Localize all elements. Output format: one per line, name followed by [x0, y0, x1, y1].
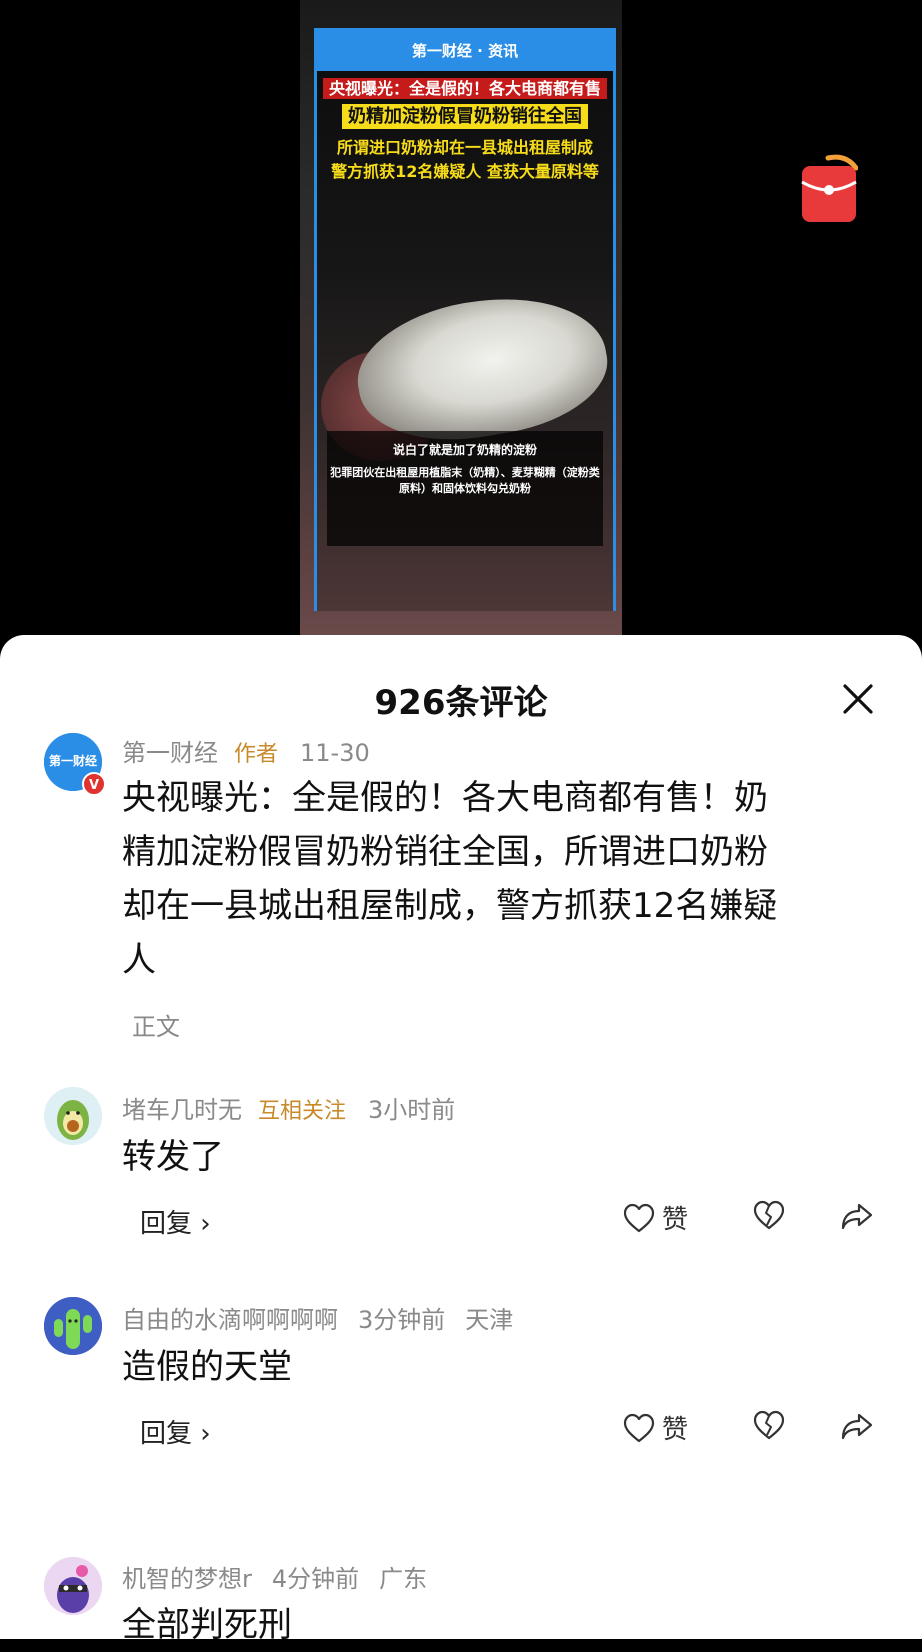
share-icon[interactable] [840, 1201, 874, 1231]
video-player[interactable]: 第一财经 · 资讯 央视曝光：全是假的！各大电商都有售 奶精加淀粉假冒奶粉销往全… [0, 0, 922, 640]
headline-4: 警方抓获12名嫌疑人 查获大量原料等 [331, 162, 599, 181]
reply-button[interactable]: 回复 › [140, 1203, 211, 1240]
comments-sheet: 926条评论 第一财经 V 第一财经 作者 11-30 央视曝光：全是假的！各大电商… [0, 635, 922, 1645]
svg-text:V: V [89, 778, 99, 793]
share-icon[interactable] [840, 1411, 874, 1441]
mutual-follow-tag: 互相关注 [258, 1099, 347, 1124]
video-subtitles: 说白了就是加了奶精的淀粉 犯罪团伙在出租屋用植脂末（奶精）、麦芽糊精（淀粉类原料… [327, 431, 603, 546]
headline-3: 所谓进口奶粉却在一县城出租屋制成 [336, 138, 593, 157]
cactus-avatar-icon [44, 1297, 102, 1355]
like-label: 赞 [662, 1415, 689, 1445]
close-icon[interactable] [840, 681, 876, 717]
comment-time: 3小时前 [368, 1096, 456, 1124]
avatar[interactable] [44, 1087, 102, 1145]
red-packet-icon[interactable] [800, 152, 858, 224]
like-button[interactable]: 赞 [622, 1409, 688, 1446]
headline-1: 央视曝光：全是假的！各大电商都有售 [322, 78, 607, 99]
comment-time: 4分钟前 [271, 1565, 360, 1593]
video-source-header: 第一财经 · 资讯 [317, 31, 613, 71]
comment-time: 3分钟前 [358, 1306, 446, 1334]
avatar[interactable] [44, 1557, 102, 1615]
comment-text: 央视曝光：全是假的！各大电商都有售！奶 精加淀粉假冒奶粉销往全国，所谓进口奶粉 … [122, 778, 778, 980]
verified-badge-icon: V [82, 772, 106, 796]
svg-text:第一财经: 第一财经 [49, 753, 97, 768]
comment-username[interactable]: 自由的水滴啊啊啊啊 [122, 1306, 338, 1334]
comment-location: 广东 [379, 1565, 428, 1593]
comment-username[interactable]: 堵车几时无 [122, 1096, 242, 1124]
video-content: 第一财经 · 资讯 央视曝光：全是假的！各大电商都有售 奶精加淀粉假冒奶粉销往全… [314, 28, 617, 611]
subtitle-line-2: 犯罪团伙在出租屋用植脂末（奶精）、麦芽糊精（淀粉类原料）和固体饮料勾兑奶粉 [330, 466, 600, 495]
comment-text: 造假的天堂 [122, 1347, 292, 1387]
comment-time: 11-30 [300, 739, 370, 767]
dislike-heart-icon[interactable] [752, 1199, 786, 1231]
heart-icon [623, 1203, 655, 1232]
comment-username[interactable]: 机智的梦想r [122, 1565, 252, 1593]
like-label: 赞 [662, 1205, 689, 1235]
reply-button[interactable]: 回复 › [140, 1413, 211, 1450]
character-avatar-icon [44, 1557, 102, 1615]
like-button[interactable]: 赞 [622, 1199, 688, 1236]
subtitle-line-1: 说白了就是加了奶精的淀粉 [392, 443, 537, 457]
author-tag: 作者 [234, 742, 279, 767]
dislike-heart-icon[interactable] [752, 1409, 786, 1441]
comment-text: 转发了 [122, 1137, 224, 1177]
avatar[interactable] [44, 1297, 102, 1355]
body-text-link[interactable]: 正文 [132, 1007, 180, 1042]
comments-count-title: 926条评论 [374, 683, 548, 723]
video-frame: 第一财经 · 资讯 央视曝光：全是假的！各大电商都有售 奶精加淀粉假冒奶粉销往全… [300, 0, 622, 640]
headline-2: 奶精加淀粉假冒奶粉销往全国 [342, 104, 588, 129]
comment-username[interactable]: 第一财经 [122, 739, 218, 767]
comment-text: 全部判死刑 [122, 1605, 292, 1645]
heart-icon [623, 1413, 655, 1442]
comment-location: 天津 [465, 1306, 514, 1334]
avocado-avatar-icon [44, 1087, 102, 1145]
